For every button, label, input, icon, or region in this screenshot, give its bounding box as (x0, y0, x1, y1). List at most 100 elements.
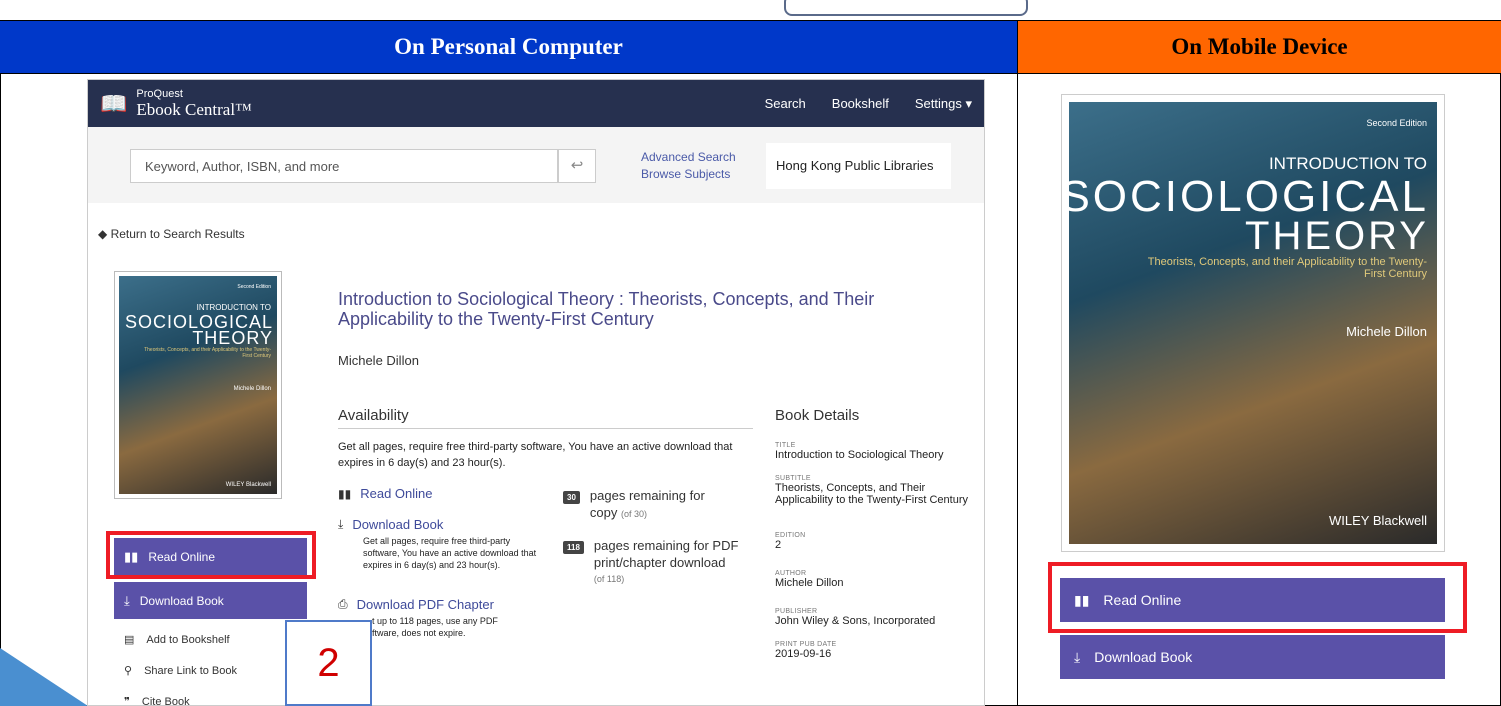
download-icon: ⤓ (1074, 648, 1081, 665)
download-note: Get all pages, require free third-party … (363, 536, 537, 570)
cover-publisher: WILEY Blackwell (1328, 513, 1427, 528)
pdf-text-a: pages remaining for PDF (593, 538, 739, 553)
download-book-button[interactable]: ⤓ Download Book (114, 582, 307, 619)
availability-heading: Availability (338, 407, 753, 429)
download-book-label: Download Book (139, 593, 224, 608)
book-logo-icon: 📖 (100, 90, 128, 116)
detail-value: 2 (775, 539, 782, 551)
detail-edition: EDITION 2 (775, 532, 970, 551)
download-book-action-label: Download Book (352, 517, 444, 532)
brand-small: ProQuest (136, 87, 183, 100)
nav-settings[interactable]: Settings ▾ (915, 96, 972, 112)
book-page: ◆ Return to Search Results Second Editio… (88, 203, 984, 706)
cover-title-1: INTRODUCTION TO (196, 303, 271, 312)
search-links: Advanced Search Browse Subjects (641, 149, 736, 183)
advanced-search-link[interactable]: Advanced Search (641, 149, 736, 166)
cite-book-link[interactable]: ❞ Cite Book (124, 695, 190, 706)
detail-key: TITLE (775, 442, 796, 449)
library-name: Hong Kong Public Libraries (766, 143, 951, 189)
download-book-action[interactable]: ⤓ Download Book (338, 517, 443, 532)
mobile-cover-image: Second Edition INTRODUCTION TO SOCIOLOGI… (1069, 102, 1437, 544)
proquest-navbar: 📖 ProQuest Ebook Central™ Search Bookshe… (88, 80, 984, 127)
download-pdf-action[interactable]: ⎙ Download PDF Chapter (338, 597, 494, 612)
detail-value: Michele Dillon (775, 577, 844, 589)
quote-icon: ❞ (124, 696, 130, 706)
book-details-heading: Book Details (775, 407, 860, 424)
detail-date: PRINT PUB DATE 2019-09-16 (775, 641, 970, 660)
nav-bookshelf[interactable]: Bookshelf (832, 96, 889, 112)
add-bookshelf-label: Add to Bookshelf (146, 633, 230, 646)
return-link[interactable]: ◆ Return to Search Results (98, 227, 245, 241)
cover-edition: Second Edition (1366, 118, 1427, 128)
detail-value: Theorists, Concepts, and Their Applicabi… (775, 482, 968, 506)
detail-key: PRINT PUB DATE (775, 641, 837, 648)
search-submit-button[interactable]: ↩ (558, 149, 596, 183)
highlight-box-mobile (1048, 562, 1467, 633)
share-link-label: Share Link to Book (144, 664, 238, 677)
search-row: Keyword, Author, ISBN, and more ↩ Advanc… (88, 127, 984, 203)
book-cover[interactable]: Second Edition INTRODUCTION TO SOCIOLOGI… (114, 271, 282, 499)
book-title: Introduction to Sociological Theory : Th… (338, 289, 875, 329)
back-arrow-icon: ◆ (98, 227, 108, 241)
detail-subtitle: SUBTITLE Theorists, Concepts, and Their A… (775, 475, 970, 506)
pdf-of: (of 118) (593, 574, 625, 584)
corner-decoration (0, 648, 88, 706)
nav-search[interactable]: Search (765, 96, 806, 112)
pc-header: On Personal Computer (0, 20, 1017, 74)
add-to-bookshelf-link[interactable]: ▤ Add to Bookshelf (124, 633, 230, 647)
pdf-count-badge: 118 (563, 541, 584, 554)
detail-value: Introduction to Sociological Theory (775, 449, 944, 461)
detail-value: John Wiley & Sons, Incorporated (775, 615, 936, 627)
copy-text-2: copy (589, 505, 618, 520)
read-online-action[interactable]: ▮▮ Read Online (338, 486, 433, 501)
mobile-download-book-label: Download Book (1094, 649, 1193, 665)
copy-count-badge: 30 (563, 491, 580, 504)
book-open-icon: ▮▮ (338, 486, 352, 501)
cover-image: Second Edition INTRODUCTION TO SOCIOLOGI… (119, 276, 277, 494)
cover-title-3: THEORY (192, 328, 273, 348)
printer-icon: ⎙ (338, 597, 348, 611)
top-pill-shape (784, 0, 1028, 16)
pdf-note-2: …ftware, does not expire. (363, 628, 466, 638)
detail-key: PUBLISHER (775, 608, 818, 615)
pc-screenshot: 📖 ProQuest Ebook Central™ Search Bookshe… (87, 79, 985, 706)
brand-big: Ebook Central™ (136, 99, 252, 119)
pdf-pages: 118 pages remaining for PDF print/chapter… (563, 537, 738, 588)
share-link[interactable]: ⚲ Share Link to Book (124, 664, 238, 678)
mobile-book-cover[interactable]: Second Edition INTRODUCTION TO SOCIOLOGI… (1061, 94, 1445, 552)
nav-links: Search Bookshelf Settings ▾ (765, 96, 972, 112)
mobile-header: On Mobile Device (1017, 20, 1501, 74)
column-divider (1017, 74, 1018, 706)
proquest-logo[interactable]: 📖 ProQuest Ebook Central™ (100, 87, 252, 119)
detail-key: AUTHOR (775, 570, 807, 577)
search-input[interactable]: Keyword, Author, ISBN, and more (130, 149, 558, 183)
cover-subtitle: Theorists, Concepts, and their Applicabi… (144, 347, 271, 359)
availability-text: Get all pages, require free third-party … (338, 441, 733, 469)
step-number-box: 2 (285, 620, 372, 706)
copy-text-1: pages remaining for (589, 488, 705, 503)
pdf-note-1: …t up to 118 pages, use any PDF (363, 616, 498, 626)
cover-publisher: WILEY Blackwell (225, 482, 271, 488)
bookshelf-add-icon: ▤ (124, 634, 135, 646)
link-icon: ⚲ (124, 665, 133, 677)
cover-subtitle: Theorists, Concepts, and their Applicabi… (1147, 256, 1427, 280)
browse-subjects-link[interactable]: Browse Subjects (641, 166, 736, 183)
detail-author: AUTHOR Michele Dillon (775, 570, 970, 589)
detail-title: TITLE Introduction to Sociological Theory (775, 442, 970, 461)
cover-title-3: THEORY (1245, 214, 1429, 258)
read-online-action-label: Read Online (360, 486, 433, 501)
detail-publisher: PUBLISHER John Wiley & Sons, Incorporated (775, 608, 970, 627)
cite-label: Cite Book (141, 695, 190, 706)
cover-edition: Second Edition (237, 284, 271, 290)
detail-value: 2019-09-16 (775, 648, 832, 660)
detail-key: EDITION (775, 532, 806, 539)
mobile-download-book-button[interactable]: ⤓ Download Book (1060, 635, 1445, 679)
detail-key: SUBTITLE (775, 475, 811, 482)
highlight-box-pc (106, 531, 316, 579)
copy-of: (of 30) (621, 509, 648, 519)
cover-title-1: INTRODUCTION TO (1268, 154, 1427, 173)
book-author: Michele Dillon (338, 353, 419, 368)
copy-pages: 30 pages remaining for copy (of 30) (563, 487, 705, 523)
top-strip (0, 0, 1501, 20)
download-icon: ⤓ (338, 517, 344, 531)
